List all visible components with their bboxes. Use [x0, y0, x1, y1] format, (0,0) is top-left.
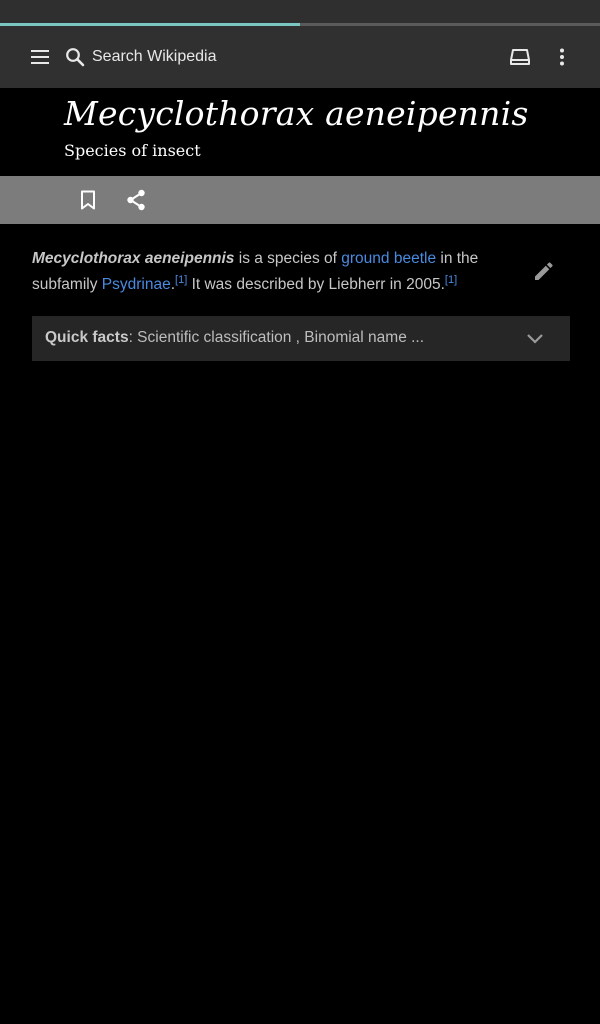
top-toolbar: Search Wikipedia — [0, 26, 600, 88]
menu-icon — [31, 50, 49, 64]
status-bar — [0, 0, 600, 24]
bookmark-button[interactable] — [68, 180, 108, 220]
article-subject-name: Mecyclothorax aeneipennis — [32, 250, 235, 267]
quick-facts-title: Quick facts — [45, 329, 129, 346]
chevron-down-icon — [522, 326, 548, 352]
share-icon — [127, 189, 145, 211]
more-vert-icon — [560, 48, 564, 66]
reference-link[interactable]: [1] — [175, 274, 187, 286]
lead-text: is a species of — [234, 250, 342, 267]
page-description: Species of insect — [64, 141, 201, 160]
lead-text: It was described by Liebherr in 2005. — [187, 276, 445, 293]
article-action-bar — [0, 176, 600, 224]
reference-link[interactable]: [1] — [445, 274, 457, 286]
wikipedia-article-page: Search Wikipedia Mecyclothorax aeneipenn… — [0, 0, 600, 1024]
quick-facts-label: Quick facts: Scientific classification ,… — [45, 329, 424, 347]
search-placeholder: Search Wikipedia — [92, 48, 217, 65]
lead-paragraph: Mecyclothorax aeneipennis is a species o… — [32, 246, 502, 298]
article-header: Mecyclothorax aeneipennis Species of ins… — [0, 88, 600, 176]
share-button[interactable] — [116, 180, 156, 220]
edit-section-button[interactable] — [524, 251, 564, 291]
reading-list-button[interactable] — [500, 37, 540, 77]
more-options-button[interactable] — [542, 37, 582, 77]
link-ground-beetle[interactable]: ground beetle — [341, 250, 436, 267]
link-psydrinae[interactable]: Psydrinae — [102, 276, 171, 293]
bookmark-icon — [81, 190, 95, 210]
page-title: Mecyclothorax aeneipennis — [64, 94, 529, 133]
quick-facts-summary: : Scientific classification , Binomial n… — [128, 329, 425, 346]
quick-facts-collapsible[interactable]: Quick facts: Scientific classification ,… — [32, 316, 570, 361]
search-bar[interactable]: Search Wikipedia — [62, 37, 362, 77]
menu-button[interactable] — [20, 37, 60, 77]
pencil-icon — [535, 262, 553, 280]
search-icon — [62, 44, 88, 70]
reading-list-icon — [510, 49, 530, 65]
